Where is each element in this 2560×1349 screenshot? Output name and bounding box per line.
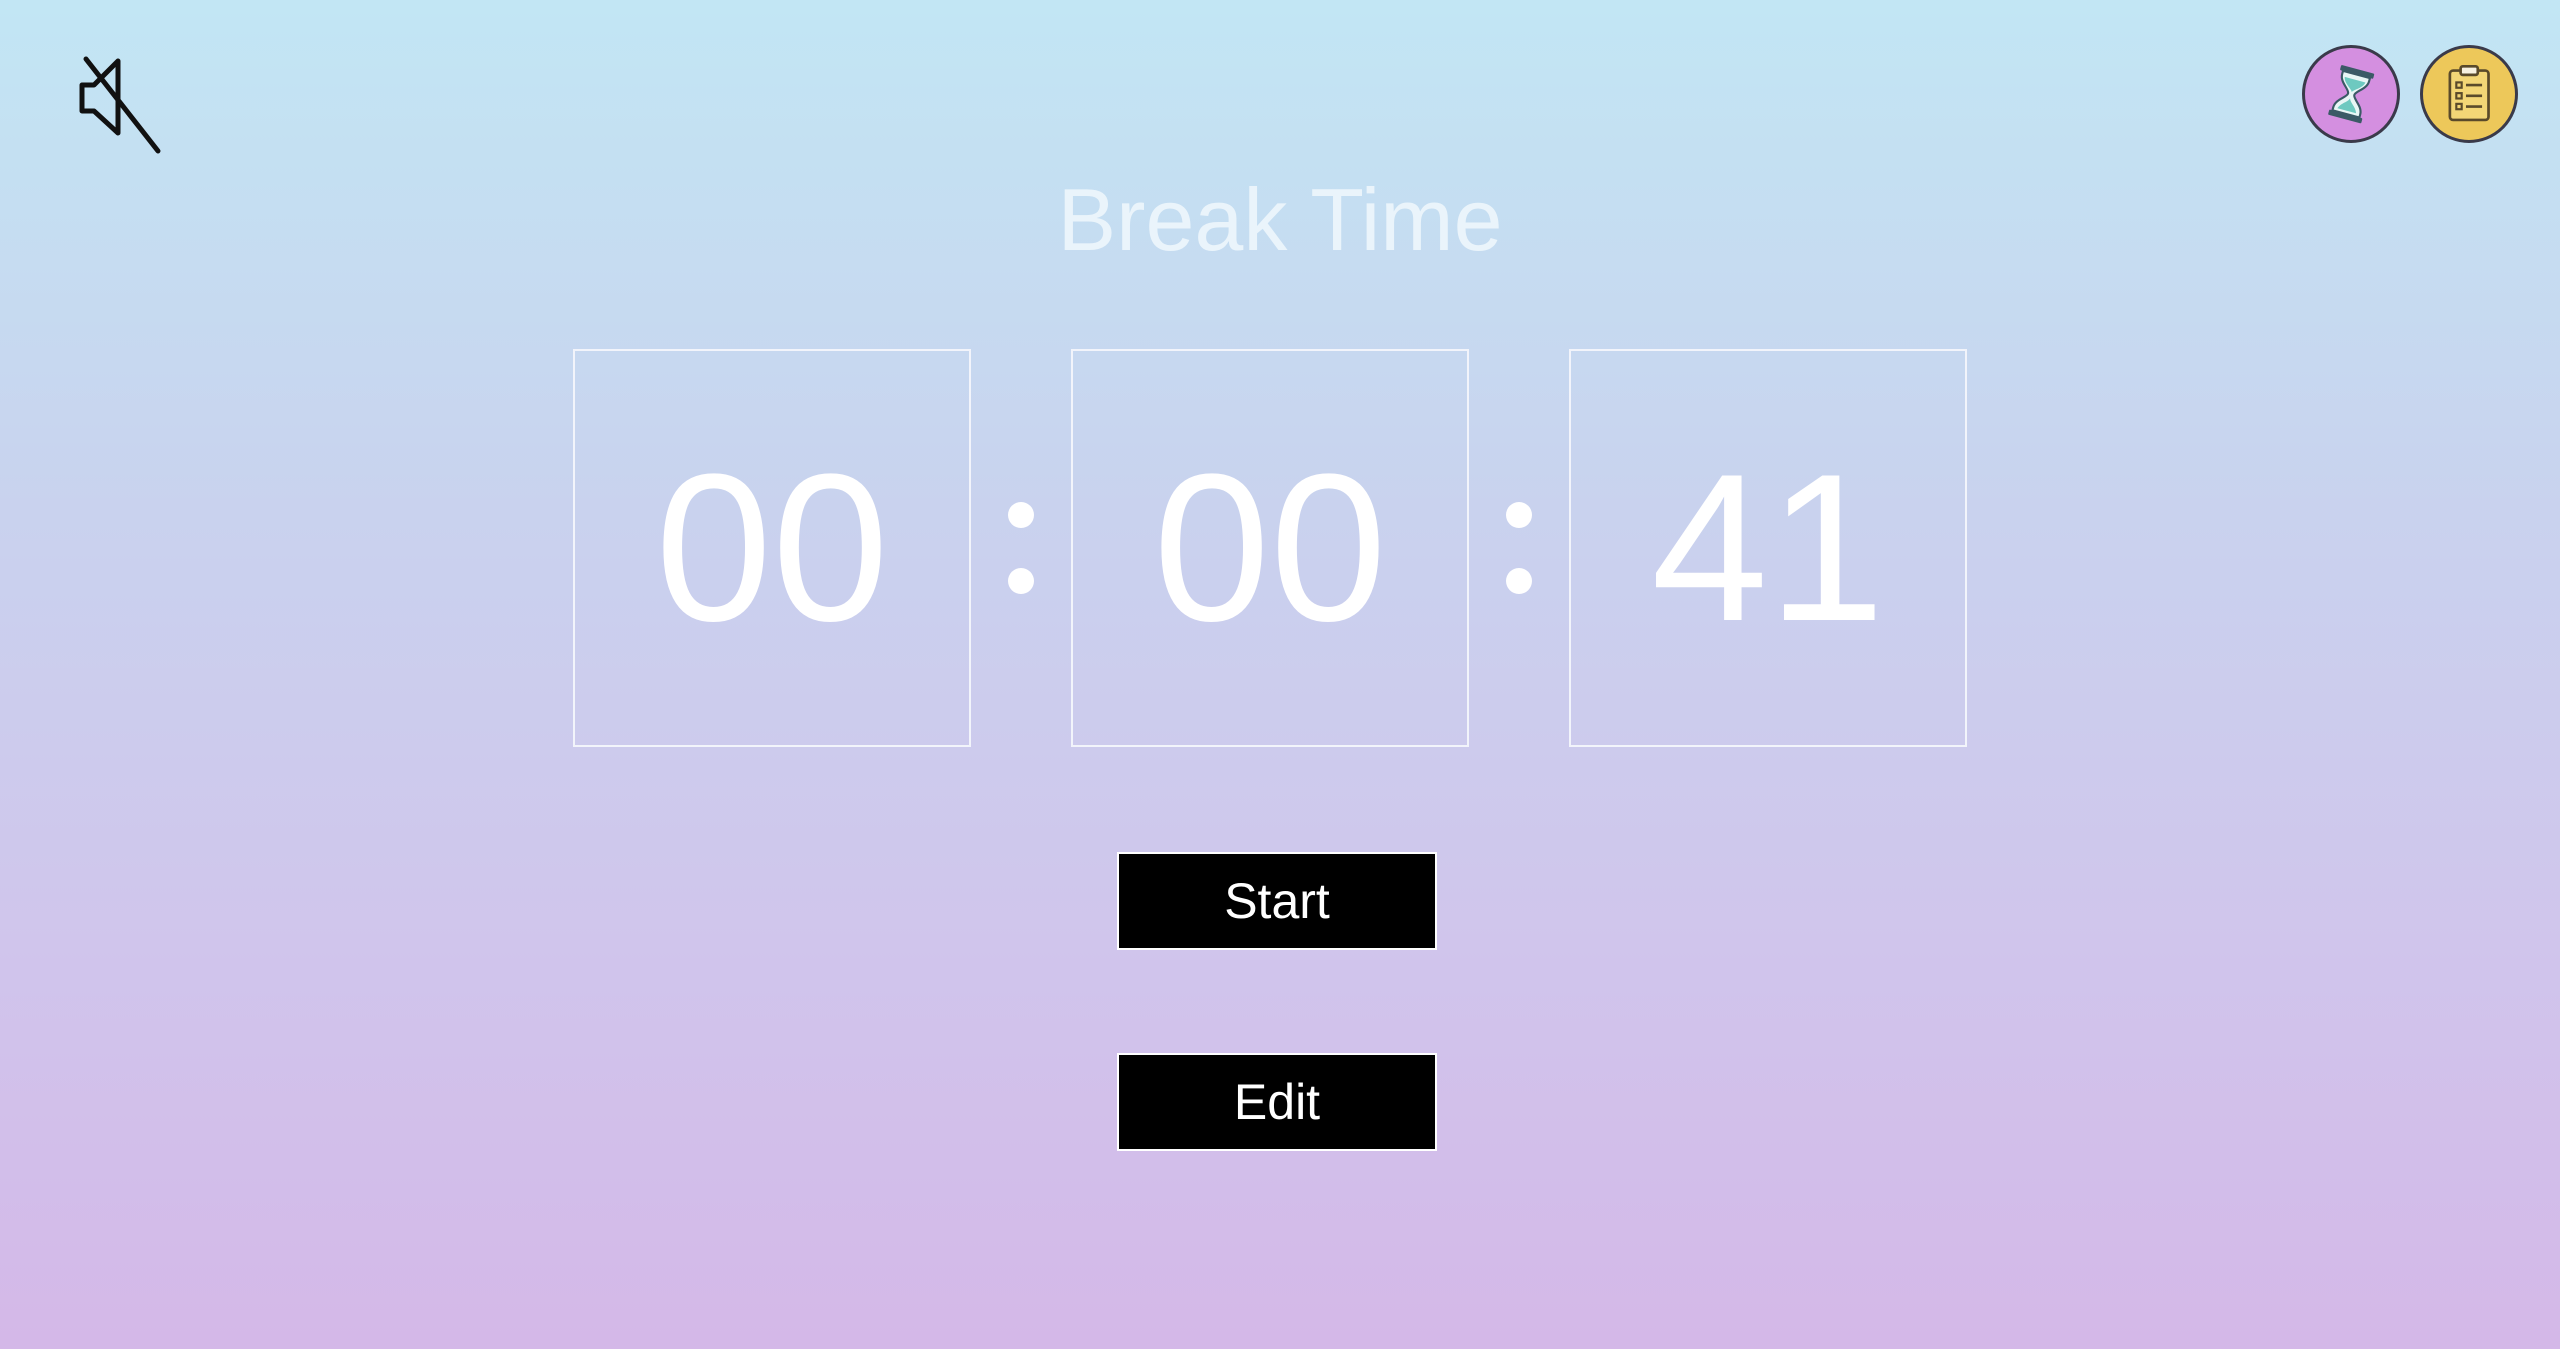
page-title: Break Time [1057,170,1503,269]
minutes-display: 00 [1071,349,1469,747]
separator-dot [1506,502,1532,528]
speaker-muted-icon [79,56,161,154]
top-right-toolbar [2302,45,2518,143]
time-separator [1469,349,1569,747]
start-button[interactable]: Start [1117,852,1437,950]
seconds-display: 41 [1569,349,1967,747]
time-separator [971,349,1071,747]
separator-dot [1506,568,1532,594]
hourglass-button[interactable] [2302,45,2400,143]
hours-display: 00 [573,349,971,747]
clipboard-checklist-icon [2448,64,2490,122]
countdown-timer: 00 00 41 [573,349,1967,747]
hourglass-icon [2327,64,2375,124]
mute-button[interactable] [78,55,163,155]
tasks-button[interactable] [2420,45,2518,143]
edit-button[interactable]: Edit [1117,1053,1437,1151]
separator-dot [1008,502,1034,528]
separator-dot [1008,568,1034,594]
